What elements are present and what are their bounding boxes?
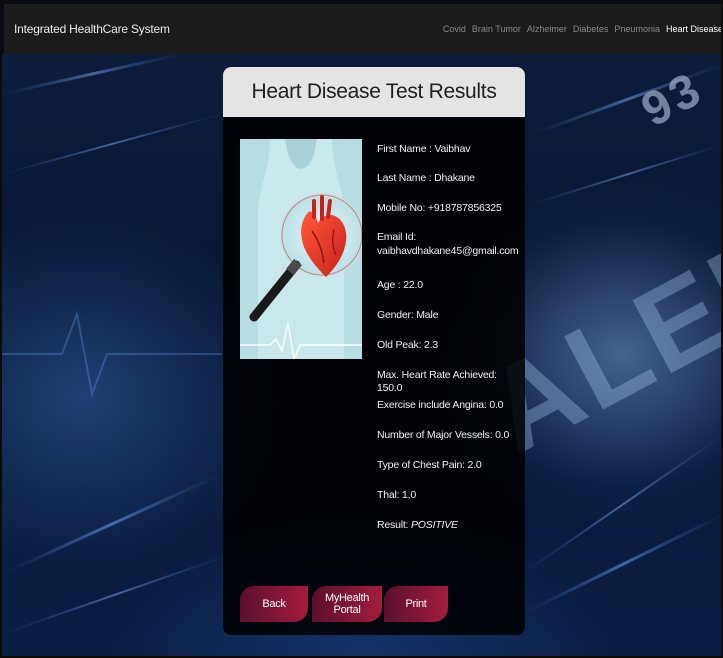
last-name-text: Last Name : Dhakane [377,172,475,184]
brand-title[interactable]: Integrated HealthCare System [14,22,170,36]
nav-link-alzheimer[interactable]: Alzheimer [527,24,567,34]
first-name-text: First Name : Vaibhav [377,143,471,155]
nav-link-covid[interactable]: Covid [443,24,466,34]
major-vessels-text: Number of Major Vessels: 0.0 [377,429,510,441]
print-button[interactable]: Print [384,586,448,622]
chest-pain-text: Type of Chest Pain: 2.0 [377,459,482,471]
page-frame: ALERT 93 Integrated HealthCare System Co… [0,0,723,658]
card-header: Heart Disease Test Results [223,67,525,117]
old-peak-text: Old Peak: 2.3 [377,339,439,351]
mobile-text: Mobile No: +918787856325 [377,202,502,214]
myhealth-portal-button[interactable]: MyHealth Portal [312,586,382,622]
top-navbar: Integrated HealthCare System Covid Brain… [4,4,721,54]
page-title: Heart Disease Test Results [251,80,497,103]
gender-text: Gender: Male [377,309,439,321]
thal-text: Thal: 1.0 [377,489,417,501]
nav-link-heart-disease[interactable]: Heart Disease [666,24,721,34]
result-value: POSITIVE [411,519,458,531]
nav-link-brain-tumor[interactable]: Brain Tumor [472,24,521,34]
age-text: Age : 22.0 [377,279,423,291]
result-line: Result: POSITIVE [377,519,522,532]
email-value: vaibhavdhakane45@gmail.com [377,245,519,257]
nav-link-diabetes[interactable]: Diabetes [573,24,609,34]
max-heart-rate-text: Max. Heart Rate Achieved: 150.0 [377,369,497,394]
nav-links: Covid Brain Tumor Alzheimer Diabetes Pne… [443,24,721,34]
email-label: Email Id: [377,231,417,243]
result-label: Result: [377,519,411,531]
results-card: Heart Disease Test Results First Name: … [223,67,525,635]
nav-link-pneumonia[interactable]: Pneumonia [614,24,660,34]
exercise-angina-text: Exercise include Angina: 0.0 [377,399,504,411]
heart-magnifier-illustration [240,139,362,359]
back-button[interactable]: Back [240,586,308,622]
